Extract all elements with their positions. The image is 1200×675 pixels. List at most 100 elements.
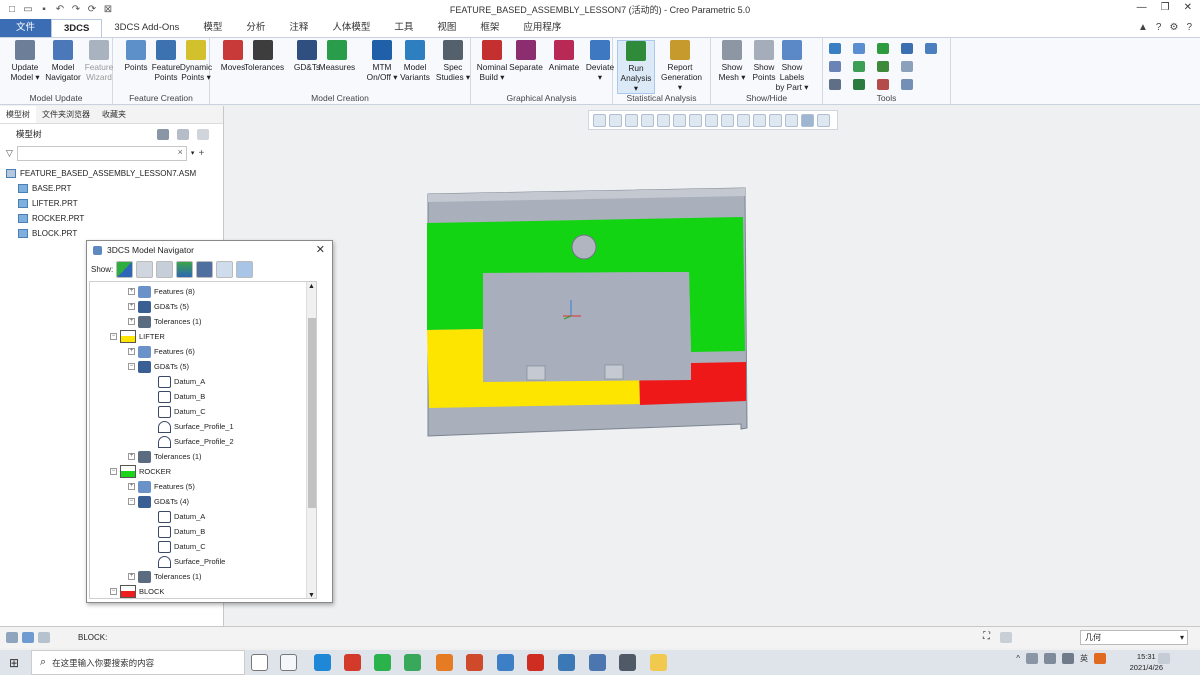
show-tolerances-button[interactable] [136, 260, 154, 278]
distance-icon[interactable] [901, 43, 913, 54]
widgets-icon[interactable] [280, 654, 297, 671]
nominal-build-button[interactable]: Nominal Build ▾ [473, 40, 511, 82]
navigator-node-gdt[interactable]: − GD&Ts (4) [128, 494, 189, 509]
mapkey-icon[interactable] [901, 61, 913, 72]
remote-icon[interactable] [589, 654, 606, 671]
parameters-icon[interactable] [853, 61, 865, 72]
import-icon[interactable] [901, 79, 913, 90]
app-store-icon[interactable] [404, 654, 421, 671]
tree-part-rocker[interactable]: ROCKER.PRT [6, 211, 223, 226]
navigator-scrollbar[interactable]: ▲ ▼ [306, 282, 316, 598]
check-icon[interactable] [877, 43, 889, 54]
globe-icon[interactable] [925, 43, 937, 54]
navigator-node-profile[interactable]: Surface_Profile_2 [146, 434, 234, 449]
network-icon[interactable] [1026, 653, 1038, 664]
show-points-button[interactable] [216, 260, 234, 278]
navigator-node-gdt[interactable]: + GD&Ts (5) [128, 299, 189, 314]
measures-button[interactable]: Measures [318, 40, 356, 72]
tab-tools[interactable]: 工具 [382, 19, 425, 37]
tray-overflow-icon[interactable]: ^ [1016, 654, 1020, 663]
model-viewport[interactable] [225, 106, 1200, 626]
funnel-icon[interactable]: ▽ [6, 148, 13, 159]
navigator-node-datum[interactable]: Datum_B [146, 524, 205, 539]
expand-toggle-icon[interactable]: + [128, 348, 135, 355]
navigator-node-gdt[interactable]: − GD&Ts (5) [128, 359, 189, 374]
close-window-icon[interactable]: ⊠ [102, 4, 114, 15]
add-icon[interactable]: + [198, 148, 204, 159]
collapse-ribbon-icon[interactable]: ▲ [1138, 22, 1148, 33]
dropdown-icon[interactable]: ▾ [191, 149, 195, 157]
navigator-node-datum[interactable]: Datum_C [146, 404, 206, 419]
expand-toggle-icon[interactable]: + [128, 303, 135, 310]
task-view-icon[interactable] [251, 654, 268, 671]
navigator-node-profile[interactable]: Surface_Profile_1 [146, 419, 234, 434]
navigator-node-tol[interactable]: + Tolerances (1) [128, 449, 202, 464]
navigator-tree[interactable]: ▲ ▼ + Features (8) + GD&Ts (5) + Tolerances (… [89, 281, 317, 599]
folder-icon[interactable] [650, 654, 667, 671]
navigator-node-datum[interactable]: Datum_A [146, 509, 205, 524]
expand-toggle-icon[interactable]: + [128, 573, 135, 580]
taskbar-clock[interactable]: 15:31 2021/4/26 [1130, 651, 1163, 673]
show-moves-button[interactable] [116, 260, 134, 278]
family-table-icon[interactable] [829, 61, 841, 72]
start-button[interactable]: ⊞ [9, 656, 19, 670]
layer-icon[interactable] [877, 61, 889, 72]
expand-toggle-icon[interactable]: + [128, 483, 135, 490]
tab-3dcs-addons[interactable]: 3DCS Add-Ons [102, 19, 191, 37]
navigator-node-datum[interactable]: Datum_A [146, 374, 205, 389]
animate-button[interactable]: Animate [545, 40, 583, 72]
open-file-icon[interactable]: ▭ [22, 4, 34, 15]
expand-toggle-icon[interactable]: − [128, 498, 135, 505]
selection-filter-dropdown[interactable]: 几何 ▾ [1080, 630, 1188, 645]
close-button[interactable]: ✕ [1184, 2, 1192, 13]
tab-model-tree[interactable]: 模型树 [0, 106, 36, 123]
tool-icon[interactable] [497, 654, 514, 671]
help-icon[interactable]: ? [1156, 22, 1162, 33]
full-screen-icon[interactable] [38, 632, 50, 643]
edge-icon[interactable] [314, 654, 331, 671]
auditor-icon[interactable] [853, 43, 865, 54]
creo-icon[interactable] [558, 654, 575, 671]
wps-icon[interactable] [344, 654, 361, 671]
input-method-indicator[interactable]: 英 [1080, 653, 1088, 664]
bulk-edit-icon[interactable] [853, 79, 865, 90]
scale-icon[interactable] [829, 79, 841, 90]
show-browser-icon[interactable] [22, 632, 34, 643]
scrollbar-thumb[interactable] [308, 318, 316, 508]
show-features-button[interactable] [196, 260, 214, 278]
pdf-icon[interactable] [527, 654, 544, 671]
navigator-node-feat[interactable]: + Features (8) [128, 284, 195, 299]
expand-toggle-icon[interactable]: − [110, 588, 117, 595]
tree-filter-icon[interactable] [177, 128, 189, 140]
show-measures-button[interactable] [176, 260, 194, 278]
input-app-icon[interactable] [1094, 653, 1106, 664]
tab-annotate[interactable]: 注释 [277, 19, 320, 37]
navigator-node-feat[interactable]: + Features (6) [128, 344, 195, 359]
new-file-icon[interactable]: □ [6, 4, 18, 15]
show-model-tree-icon[interactable] [6, 632, 18, 643]
navigator-node-tol[interactable]: + Tolerances (1) [128, 569, 202, 584]
tree-part-block[interactable]: BLOCK.PRT [6, 226, 223, 241]
find-icon[interactable]: ⛶ [983, 631, 990, 642]
tab-manikin[interactable]: 人体模型 [320, 19, 382, 37]
navigator-node-part[interactable]: − ROCKER [110, 464, 171, 479]
spec-studies-button[interactable]: Spec Studies ▾ [434, 40, 472, 82]
navigator-node-tol[interactable]: + Tolerances (1) [128, 314, 202, 329]
tab-view[interactable]: 视图 [425, 19, 468, 37]
tab-analysis[interactable]: 分析 [234, 19, 277, 37]
navigator-node-datum[interactable]: Datum_C [146, 539, 206, 554]
powerpoint-icon[interactable] [466, 654, 483, 671]
navigator-node-datum[interactable]: Datum_B [146, 389, 205, 404]
tree-part-lifter[interactable]: LIFTER.PRT [6, 196, 223, 211]
clear-search-icon[interactable]: × [178, 147, 183, 157]
show-labels-button[interactable]: Show Labels by Part ▾ [773, 40, 811, 92]
tolerances-button[interactable]: Tolerances [244, 40, 284, 72]
scroll-up-icon[interactable]: ▲ [308, 283, 315, 290]
expand-toggle-icon[interactable]: − [128, 363, 135, 370]
navigator-node-part[interactable]: − BLOCK [110, 584, 164, 598]
undo-icon[interactable]: ↶ [54, 4, 66, 15]
model-tree-search-input[interactable]: × [16, 145, 187, 161]
model-variants-button[interactable]: Model Variants [396, 40, 434, 82]
battery-icon[interactable] [1044, 653, 1056, 664]
expand-toggle-icon[interactable]: + [128, 288, 135, 295]
